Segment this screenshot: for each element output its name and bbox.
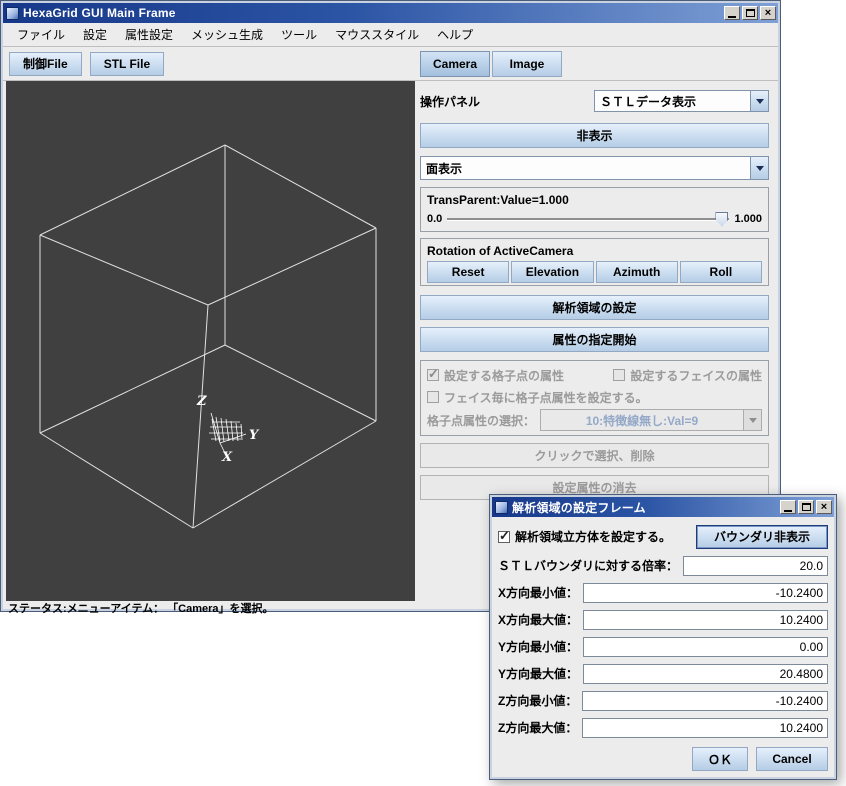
grid-point-attr-label: 設定する格子点の属性 <box>444 367 564 384</box>
y-max-label: Y方向最大値： <box>498 665 578 682</box>
menu-tools[interactable]: ツール <box>273 23 325 46</box>
grid-point-attr-checkbox <box>427 369 439 381</box>
click-select-button: クリックで選択、削除 <box>420 443 769 468</box>
x-max-field[interactable] <box>583 610 828 630</box>
face-display-combobox[interactable]: 面表示 <box>420 156 769 180</box>
maximize-button[interactable] <box>742 6 758 20</box>
analysis-region-dialog: 解析領域の設定フレーム × 解析領域立方体を設定する。 バウンダリ非表示 ＳＴＬ… <box>489 494 837 780</box>
menu-settings[interactable]: 設定 <box>75 23 115 46</box>
scale-factor-label: ＳＴＬバウンダリに対する倍率： <box>498 557 678 574</box>
x-min-field[interactable] <box>583 583 828 603</box>
slider-max-label: 1.000 <box>734 213 762 225</box>
menu-mouse-style[interactable]: マウススタイル <box>327 23 427 46</box>
dialog-minimize-button[interactable] <box>780 500 796 514</box>
analysis-cube-checkbox[interactable] <box>498 531 510 543</box>
display-mode-combobox[interactable]: ＳＴＬデータ表示 <box>594 90 769 112</box>
transparent-panel: TransParent:Value=1.000 0.0 1.000 <box>420 187 769 232</box>
dialog-title: 解析領域の設定フレーム <box>512 499 776 516</box>
analysis-cube-label: 解析領域立方体を設定する。 <box>515 528 671 545</box>
z-min-label: Z方向最小値： <box>498 692 577 709</box>
tab-camera[interactable]: Camera <box>420 51 490 77</box>
stl-object <box>209 413 246 453</box>
z-max-label: Z方向最大値： <box>498 719 577 736</box>
axis-y-label: Y <box>249 428 260 443</box>
main-titlebar[interactable]: HexaGrid GUI Main Frame × <box>3 3 778 23</box>
3d-viewport[interactable]: Z Y X <box>6 81 415 601</box>
y-min-field[interactable] <box>583 637 828 657</box>
hide-button[interactable]: 非表示 <box>420 123 769 148</box>
ok-button[interactable]: ＯＫ <box>692 747 748 771</box>
grid-attr-combobox: 10:特徴線無し:Val=9 <box>540 409 762 431</box>
chevron-down-icon[interactable] <box>750 157 768 179</box>
rotation-label: Rotation of ActiveCamera <box>427 241 762 260</box>
x-min-label: X方向最小値： <box>498 584 578 601</box>
transparent-label: TransParent:Value=1.000 <box>427 190 762 209</box>
dialog-close-button[interactable]: × <box>816 500 832 514</box>
grid-attr-select-label: 格子点属性の選択： <box>427 412 535 429</box>
dialog-titlebar[interactable]: 解析領域の設定フレーム × <box>492 497 834 517</box>
roll-button[interactable]: Roll <box>680 261 762 283</box>
menu-help[interactable]: ヘルプ <box>429 23 481 46</box>
status-text: ステータス:メニューアイテム： 「Camera」を選択。 <box>8 600 274 616</box>
menu-mesh-generation[interactable]: メッシュ生成 <box>183 23 271 46</box>
minimize-button[interactable] <box>724 6 740 20</box>
dialog-maximize-button[interactable] <box>798 500 814 514</box>
app-icon <box>6 7 19 20</box>
elevation-button[interactable]: Elevation <box>511 261 593 283</box>
window-title: HexaGrid GUI Main Frame <box>23 6 720 20</box>
face-display-value: 面表示 <box>421 157 750 179</box>
menubar: ファイル 設定 属性設定 メッシュ生成 ツール マウススタイル ヘルプ <box>3 23 778 47</box>
stl-file-button[interactable]: STL File <box>90 52 164 76</box>
face-attr-checkbox <box>613 369 625 381</box>
z-min-field[interactable] <box>582 691 828 711</box>
cancel-button[interactable]: Cancel <box>756 747 828 771</box>
per-face-label: フェイス毎に格子点属性を設定する。 <box>444 389 648 406</box>
close-button[interactable]: × <box>760 6 776 20</box>
view-tabs: Camera Image <box>420 51 562 77</box>
y-max-field[interactable] <box>583 664 828 684</box>
y-min-label: Y方向最小値： <box>498 638 578 655</box>
z-max-field[interactable] <box>582 718 828 738</box>
display-mode-value: ＳＴＬデータ表示 <box>595 91 750 111</box>
boundary-hide-button[interactable]: バウンダリ非表示 <box>696 525 828 549</box>
wireframe-cube: Z Y X <box>6 81 415 601</box>
attribute-group: 設定する格子点の属性 設定するフェイスの属性 フェイス毎に格子点属性を設定する。… <box>420 360 769 436</box>
analysis-region-button[interactable]: 解析領域の設定 <box>420 295 769 320</box>
slider-thumb[interactable] <box>715 212 728 227</box>
rotation-panel: Rotation of ActiveCamera Reset Elevation… <box>420 238 769 286</box>
chevron-down-icon[interactable] <box>750 91 768 111</box>
attribute-start-button[interactable]: 属性の指定開始 <box>420 327 769 352</box>
dialog-icon <box>495 501 508 514</box>
grid-attr-value: 10:特徴線無し:Val=9 <box>541 410 743 430</box>
slider-min-label: 0.0 <box>427 213 442 225</box>
toolbar: 制御File STL File Camera Image <box>3 47 778 81</box>
axis-z-label: Z <box>196 394 207 409</box>
menu-file[interactable]: ファイル <box>9 23 73 46</box>
menu-attribute-settings[interactable]: 属性設定 <box>117 23 181 46</box>
scale-factor-field[interactable] <box>683 556 828 576</box>
face-attr-label: 設定するフェイスの属性 <box>630 367 762 384</box>
transparency-slider[interactable] <box>447 218 729 221</box>
per-face-checkbox <box>427 391 439 403</box>
chevron-down-icon <box>743 410 761 430</box>
axis-x-label: X <box>221 450 233 465</box>
reset-button[interactable]: Reset <box>427 261 509 283</box>
azimuth-button[interactable]: Azimuth <box>596 261 678 283</box>
control-file-button[interactable]: 制御File <box>9 52 82 76</box>
panel-title: 操作パネル <box>420 93 594 110</box>
x-max-label: X方向最大値： <box>498 611 578 628</box>
tab-image[interactable]: Image <box>492 51 562 77</box>
